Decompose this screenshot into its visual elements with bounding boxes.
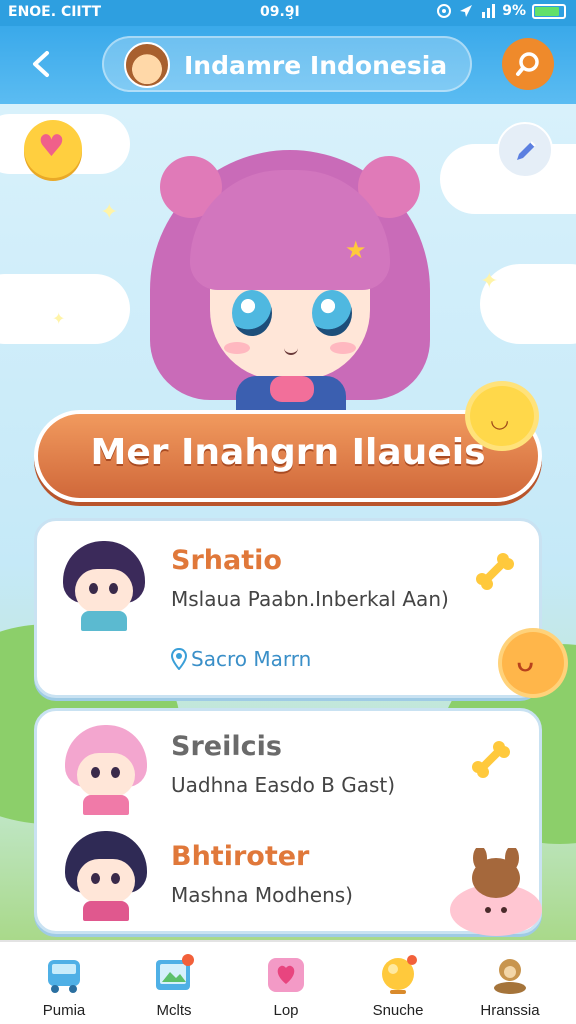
list-item-title[interactable]: Bhtiroter — [171, 841, 309, 872]
bottom-navigation: Pumia Mclts Lop Snuche Hranssia — [0, 940, 576, 1024]
status-bar: ENOE. CIITT 09.9̧I 9% — [0, 0, 576, 26]
profile-scene: ✦ ✦ ✦ ♥ ★ Mer Inahgrn Ilaueis ◡ Srhatio … — [0, 104, 576, 940]
heart-icon: ♥ — [38, 129, 65, 164]
bus-icon — [48, 960, 80, 993]
nav-item-snuche[interactable]: Snuche — [348, 948, 448, 1024]
bell-icon — [382, 955, 417, 994]
location-text: Sacro Marrn — [191, 647, 312, 671]
search-icon — [516, 52, 539, 76]
bone-button[interactable] — [473, 549, 517, 593]
list-card: Srhatio Mslaua Paabn.Inberkal Aan) Sacro… — [34, 518, 542, 698]
battery-icon — [532, 3, 566, 19]
app-header: Indamre Indonesia — [0, 26, 576, 104]
list-item-title-text: Sreilcis — [171, 731, 282, 762]
bone-icon — [476, 553, 514, 590]
location-label[interactable]: Sacro Marrn — [171, 647, 311, 671]
bone-icon — [472, 741, 510, 778]
location-pin-icon — [171, 648, 187, 670]
nav-label: Lop — [273, 1002, 299, 1019]
nav-item-pumia[interactable]: Pumia — [14, 948, 114, 1024]
nav-item-mclts[interactable]: Mclts — [124, 948, 224, 1024]
laugh-sticker: ᴗ — [502, 632, 564, 694]
sparkle-icon: ✦ — [480, 269, 499, 294]
header-avatar — [124, 42, 170, 88]
avatar — [59, 541, 149, 631]
list-item-title[interactable]: Srhatio — [171, 545, 282, 576]
sparkle-icon: ✦ — [52, 309, 66, 328]
page-title: Indamre Indonesia — [184, 51, 448, 80]
status-icons: 9% — [436, 3, 566, 19]
search-button[interactable] — [502, 38, 554, 90]
signal-icon — [482, 4, 496, 18]
sync-icon — [437, 4, 452, 18]
nav-label: Pumia — [42, 1002, 86, 1019]
profile-icon — [494, 959, 526, 994]
avatar — [61, 725, 151, 815]
list-item-subtitle: Mashna Modhens) — [171, 883, 353, 907]
nav-label: Hranssia — [480, 1002, 540, 1019]
list-item-subtitle: Uadhna Easdo B Gast) — [171, 773, 396, 797]
location-arrow-icon — [460, 5, 473, 17]
avatar — [61, 831, 151, 921]
list-item-subtitle: Mslaua Paabn.Inberkal Aan) — [171, 587, 449, 611]
chevron-left-icon — [33, 51, 49, 77]
clock: 09.9̧I — [260, 4, 300, 20]
title-pill: Indamre Indonesia — [102, 36, 472, 92]
nav-label: Mclts — [156, 1002, 192, 1019]
list-item-title-text: Bhtiroter — [171, 841, 310, 872]
sun-sticker: ◡ — [460, 378, 550, 458]
edit-button[interactable] — [497, 122, 553, 178]
favorite-button[interactable]: ♥ — [24, 120, 82, 178]
bear-sticker — [446, 846, 546, 938]
sparkle-icon: ✦ — [100, 200, 119, 225]
carrier-label: ENOE. CIITT — [8, 4, 102, 20]
back-button[interactable] — [22, 44, 62, 84]
nav-item-hranssia[interactable]: Hranssia — [460, 948, 560, 1024]
heart-icon — [268, 958, 304, 992]
nav-item-lop[interactable]: Lop — [236, 948, 336, 1024]
list-item-title[interactable]: Sreilcis — [171, 731, 282, 762]
battery-percent: 9% — [502, 3, 526, 19]
star-icon: ★ — [345, 236, 367, 264]
pencil-icon — [517, 141, 536, 160]
list-item-title-text: Srhatio — [171, 545, 282, 576]
bone-button[interactable] — [469, 737, 513, 781]
photo-icon — [156, 954, 194, 990]
nav-label: Snuche — [372, 1002, 424, 1019]
character-illustration: ★ — [140, 120, 440, 420]
